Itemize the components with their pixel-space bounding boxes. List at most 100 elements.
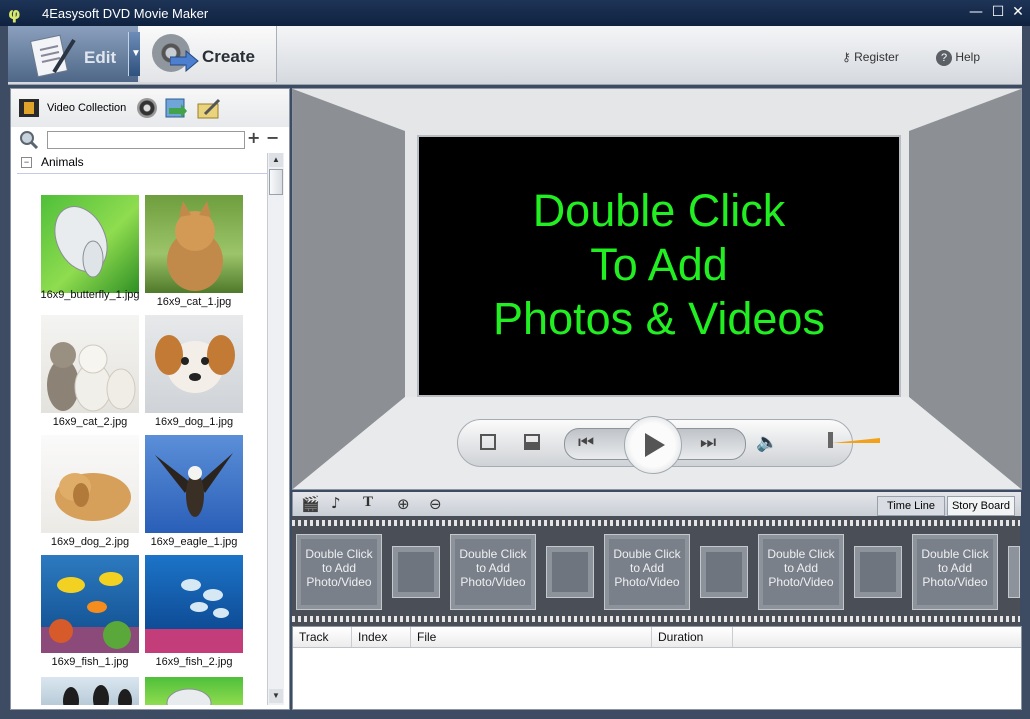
document-edit-icon xyxy=(29,34,76,78)
help-link[interactable]: ? Help xyxy=(936,50,980,66)
transition-slot[interactable] xyxy=(1008,546,1020,598)
storyboard-slot[interactable]: Double Click to Add Photo/Video xyxy=(296,534,382,610)
next-icon[interactable]: ⏭ xyxy=(700,432,716,453)
transition-slot[interactable] xyxy=(854,546,902,598)
previous-icon[interactable]: ⏮ xyxy=(578,432,594,453)
thumbnail-cat-1[interactable] xyxy=(145,195,243,293)
arrow-right-icon xyxy=(170,50,199,72)
tab-video-collection[interactable]: Video Collection xyxy=(47,102,126,114)
tab-story-board[interactable]: Story Board xyxy=(947,496,1015,516)
slot-line: to Add xyxy=(475,561,511,575)
collapse-toggle-icon[interactable]: − xyxy=(21,157,32,168)
play-icon xyxy=(645,433,665,457)
kittens-image xyxy=(47,342,136,412)
music-add-icon[interactable]: ♪ xyxy=(331,494,341,512)
storyboard-slot[interactable]: Double Click to Add Photo/Video xyxy=(604,534,690,610)
transition-slot[interactable] xyxy=(392,546,440,598)
thumbnail-cat-2[interactable] xyxy=(41,315,139,413)
zoom-out-icon[interactable]: ⊖ xyxy=(429,495,442,513)
folder-edit-icon[interactable] xyxy=(197,98,221,120)
edit-label: Edit xyxy=(84,48,117,67)
minimize-button[interactable]: — xyxy=(968,4,984,20)
media-library-panel: Video Collection + − − Animals 16x9_butt… xyxy=(10,88,290,710)
storyboard-strip: Double Click to Add Photo/Video Double C… xyxy=(292,516,1020,626)
slot-text: Double Click to Add Photo/Video xyxy=(297,547,381,589)
column-file[interactable]: File xyxy=(411,627,652,647)
thumbnail-butterfly-2[interactable] xyxy=(145,677,243,705)
storyboard-slot[interactable]: Double Click to Add Photo/Video xyxy=(450,534,536,610)
tab-time-line[interactable]: Time Line xyxy=(877,496,945,516)
column-track[interactable]: Track xyxy=(293,627,352,647)
library-scrollbar[interactable]: ▲ ▼ xyxy=(267,153,284,705)
penguins-image xyxy=(63,685,132,705)
preview-screen[interactable]: Double Click To Add Photos & Videos xyxy=(417,135,901,397)
fish-school-image xyxy=(145,579,243,653)
transition-slot[interactable] xyxy=(700,546,748,598)
slot-text: Double Click to Add Photo/Video xyxy=(451,547,535,589)
help-label: Help xyxy=(955,50,981,64)
volume-thumb[interactable] xyxy=(828,432,833,448)
remove-item-button[interactable]: − xyxy=(266,128,279,147)
eagle-image xyxy=(155,453,233,517)
search-input[interactable] xyxy=(47,131,245,149)
register-link[interactable]: ⚷ Register xyxy=(842,50,899,64)
group-animals[interactable]: − Animals xyxy=(17,153,267,174)
thumbnail-dog-2[interactable] xyxy=(41,435,139,533)
slot-line: Double Click xyxy=(767,547,835,561)
track-table: Track Index File Duration xyxy=(292,626,1022,710)
reef-fish-image xyxy=(41,572,139,653)
slot-line: to Add xyxy=(629,561,665,575)
text-add-icon[interactable]: T xyxy=(363,494,373,511)
film-icon[interactable] xyxy=(19,99,39,117)
clip-add-icon[interactable]: 🎬 xyxy=(301,495,320,513)
slot-line: Double Click xyxy=(613,547,681,561)
timeline-toolbar: 🎬 ♪ T ⊕ ⊖ Time Line Story Board xyxy=(292,492,1021,516)
preview-line-3: Photos & Videos xyxy=(493,293,825,344)
thumbnail-fish-1[interactable] xyxy=(41,555,139,653)
maximize-button[interactable]: ☐ xyxy=(990,4,1006,20)
thumbnail-caption: 16x9_dog_2.jpg xyxy=(50,536,130,548)
preview-line-1: Double Click xyxy=(532,185,786,236)
thumbnail-fish-2[interactable] xyxy=(145,555,243,653)
edit-button[interactable]: Edit ▼ xyxy=(8,26,143,82)
slot-line: Double Click xyxy=(921,547,989,561)
thumbnail-eagle[interactable] xyxy=(145,435,243,533)
slot-line: Double Click xyxy=(459,547,527,561)
add-item-button[interactable]: + xyxy=(247,128,260,147)
slot-text: Double Click to Add Photo/Video xyxy=(913,547,997,589)
scroll-down-arrow-icon[interactable]: ▼ xyxy=(269,689,283,703)
volume-icon[interactable]: 🔈 xyxy=(756,432,778,453)
thumbnail-caption: 16x9_cat_2.jpg xyxy=(52,416,128,428)
thumbnail-butterfly[interactable] xyxy=(41,195,139,293)
slot-line: to Add xyxy=(937,561,973,575)
dog-image xyxy=(155,335,235,393)
photo-import-icon[interactable] xyxy=(165,98,187,120)
thumbnail-penguins[interactable] xyxy=(41,677,139,705)
thumbnail-caption: 16x9_eagle_1.jpg xyxy=(150,536,238,548)
column-duration[interactable]: Duration xyxy=(652,627,733,647)
audio-disc-icon[interactable] xyxy=(137,98,157,118)
snapshot-icon[interactable] xyxy=(524,434,540,450)
window-title: 4Easysoft DVD Movie Maker xyxy=(42,6,209,21)
slot-line: Photo/Video xyxy=(922,575,988,589)
transition-slot[interactable] xyxy=(546,546,594,598)
fullscreen-icon[interactable] xyxy=(480,434,496,450)
create-button[interactable]: Create xyxy=(140,26,277,82)
storyboard-slot[interactable]: Double Click to Add Photo/Video xyxy=(758,534,844,610)
slot-line: Double Click xyxy=(305,547,373,561)
sprocket-bottom xyxy=(292,616,1020,622)
thumbnail-caption: 16x9_dog_1.jpg xyxy=(154,416,234,428)
zoom-in-icon[interactable]: ⊕ xyxy=(397,495,410,513)
column-index[interactable]: Index xyxy=(352,627,411,647)
scroll-up-arrow-icon[interactable]: ▲ xyxy=(269,153,283,167)
thumbnail-dog-1[interactable] xyxy=(145,315,243,413)
thumbnail-caption: 16x9_fish_2.jpg xyxy=(155,656,233,668)
help-icon: ? xyxy=(936,50,952,66)
storyboard-slot[interactable]: Double Click to Add Photo/Video xyxy=(912,534,998,610)
scroll-thumb[interactable] xyxy=(269,169,283,195)
key-icon: ⚷ xyxy=(842,50,851,64)
slot-line: to Add xyxy=(783,561,819,575)
close-button[interactable]: ✕ xyxy=(1010,4,1026,20)
library-search-row: + − xyxy=(11,127,289,151)
play-button[interactable] xyxy=(624,416,682,474)
